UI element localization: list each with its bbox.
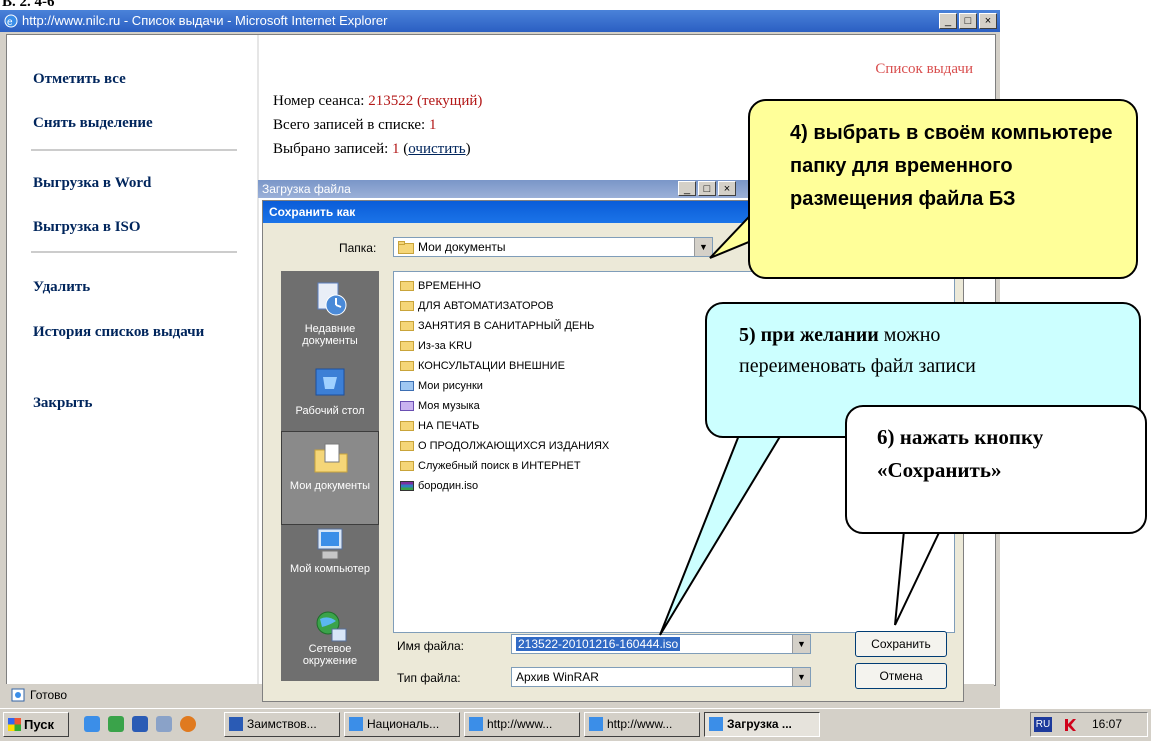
- word-quicklaunch-icon[interactable]: [132, 716, 148, 732]
- word-icon: [229, 717, 243, 731]
- callout-5-bold: 5) при желании: [739, 324, 879, 346]
- taskbar: Пуск Заимствов... Националь... http://ww…: [0, 708, 1151, 741]
- clock: 16:07: [1092, 717, 1123, 731]
- ie-quicklaunch-icon[interactable]: [84, 716, 100, 732]
- taskbar-item[interactable]: http://www...: [464, 712, 580, 737]
- windows-logo-icon: [8, 718, 21, 731]
- ie-icon: [469, 717, 483, 731]
- callout-step-6: 6) нажать кнопку «Сохранить»: [845, 405, 1147, 534]
- taskbar-item-label: Заимствов...: [247, 717, 317, 731]
- desktop-quicklaunch-icon[interactable]: [156, 716, 172, 732]
- start-button[interactable]: Пуск: [3, 712, 69, 737]
- kaspersky-icon[interactable]: [1062, 717, 1078, 733]
- ie-icon: [349, 717, 363, 731]
- ie-icon: [709, 717, 723, 731]
- taskbar-item[interactable]: http://www...: [584, 712, 700, 737]
- outlook-quicklaunch-icon[interactable]: [108, 716, 124, 732]
- callout-5-text: 5) при желании можно переименовать файл …: [739, 320, 1039, 382]
- callout-step-4: 4) выбрать в своём компьютере папку для …: [748, 99, 1138, 279]
- firefox-quicklaunch-icon[interactable]: [180, 716, 196, 732]
- taskbar-item-label: http://www...: [607, 717, 673, 731]
- callout-6-pointer: [894, 519, 947, 626]
- callout-5-pointer: [659, 419, 792, 636]
- language-indicator[interactable]: RU: [1034, 717, 1052, 732]
- taskbar-item[interactable]: Националь...: [344, 712, 460, 737]
- taskbar-item-label: Националь...: [367, 717, 440, 731]
- callout-4-text: 4) выбрать в своём компьютере папку для …: [790, 122, 1113, 210]
- start-label: Пуск: [24, 717, 54, 732]
- ie-icon: [589, 717, 603, 731]
- taskbar-item-active[interactable]: Загрузка ...: [704, 712, 820, 737]
- taskbar-item-label: Загрузка ...: [727, 717, 792, 731]
- taskbar-item-label: http://www...: [487, 717, 553, 731]
- taskbar-item[interactable]: Заимствов...: [224, 712, 340, 737]
- callout-6-text: 6) нажать кнопку «Сохранить»: [877, 425, 1044, 482]
